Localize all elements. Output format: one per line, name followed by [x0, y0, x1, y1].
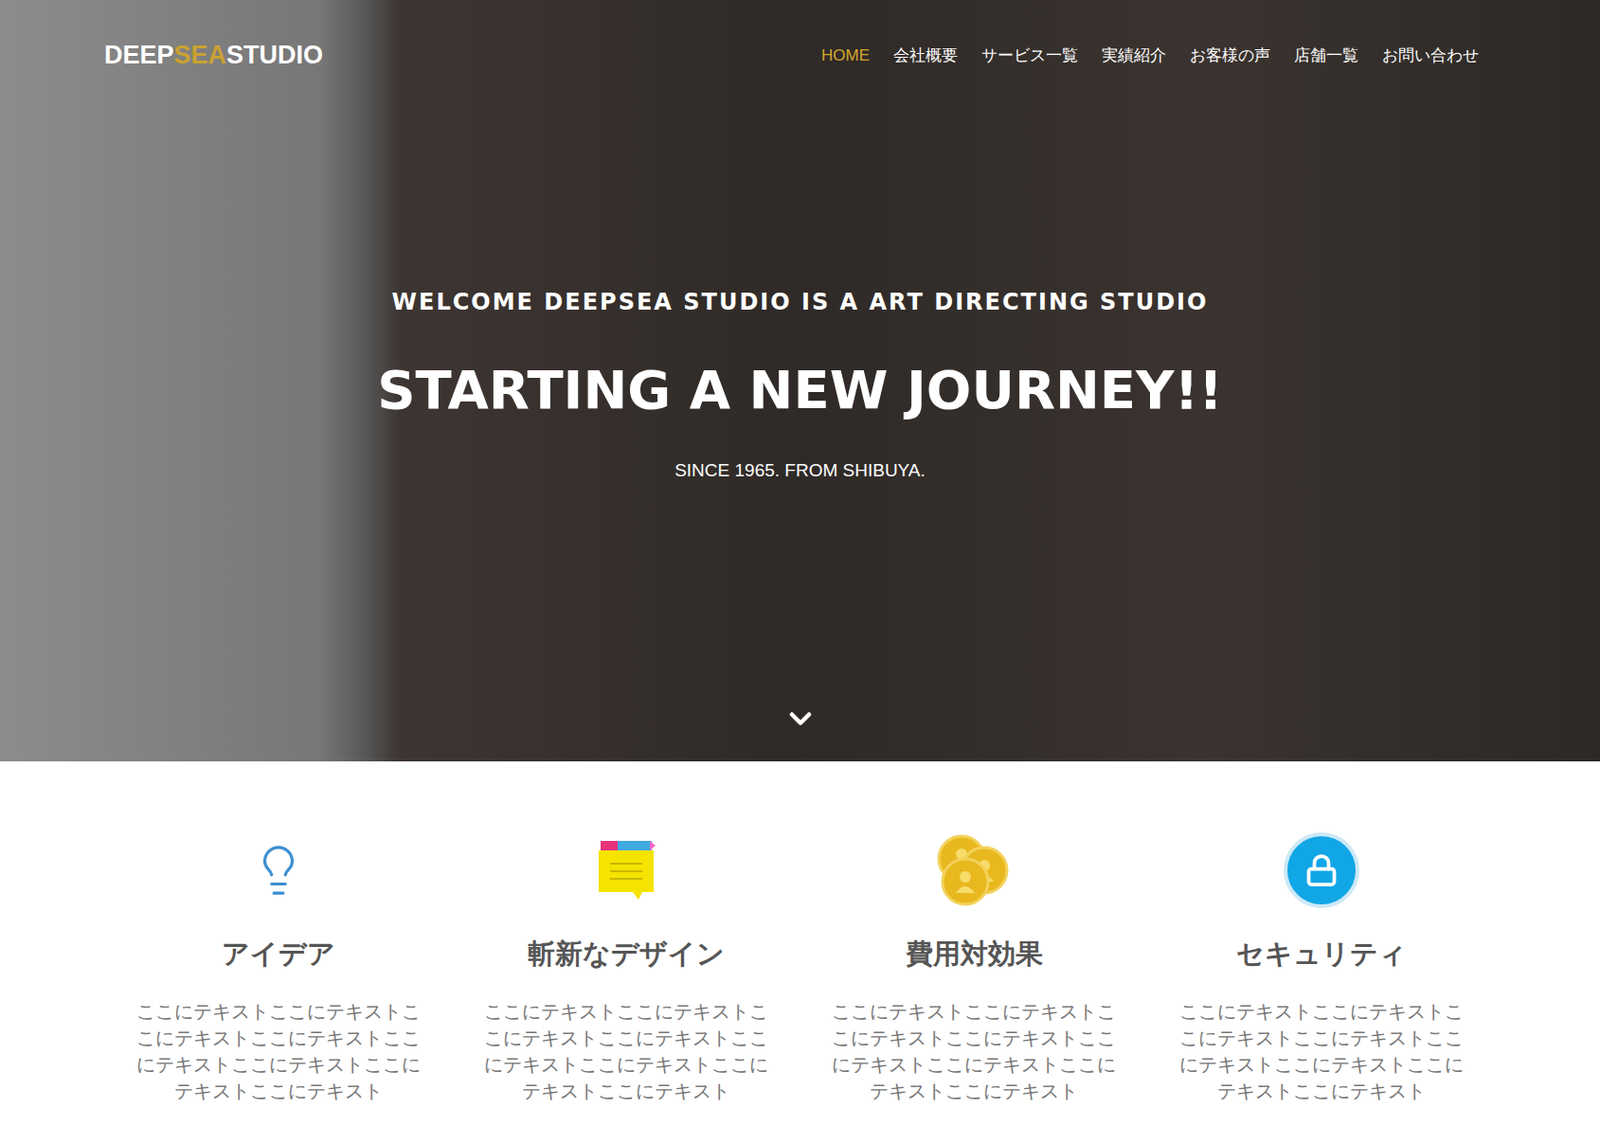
feature-card: アイデアここにテキストここにテキストここにテキストここにテキストここにテキストこ… — [104, 831, 452, 1105]
scroll-down-icon[interactable] — [783, 701, 818, 737]
feature-card: 費用対効果ここにテキストここにテキストここにテキストここにテキストここにテキスト… — [800, 831, 1149, 1105]
nav-item[interactable]: HOME — [821, 43, 870, 69]
feature-title: セキュリティ — [1236, 934, 1407, 976]
hero-welcome: WELCOME DEEPSEA STUDIO IS A ART DIRECTIN… — [392, 285, 1209, 320]
nav-item[interactable]: 店舗一覧 — [1294, 43, 1359, 69]
nav-item[interactable]: お問い合わせ — [1382, 43, 1479, 69]
hero-title: STARTING A NEW JOURNEY!! — [377, 357, 1223, 424]
feature-title: 斬新なデザイン — [527, 934, 725, 976]
header: DEEPSEASTUDIO HOME 会社概要サービス一覧実績紹介お客様の声店舗一覧… — [0, 0, 1600, 75]
features: アイデアここにテキストここにテキストここにテキストここにテキストここにテキストこ… — [0, 761, 1600, 1143]
logo-part: DEEP — [104, 35, 175, 75]
feature-text: ここにテキストここにテキストここにテキストここにテキストここにテキストここにテキ… — [823, 998, 1125, 1105]
feature-text: ここにテキストここにテキストここにテキストここにテキストここにテキストここにテキ… — [1170, 998, 1473, 1105]
lightbulb-icon — [251, 843, 306, 899]
hero: DEEPSEASTUDIO HOME 会社概要サービス一覧実績紹介お客様の声店舗一覧… — [0, 0, 1600, 762]
feature-text: ここにテキストここにテキストここにテキストここにテキストここにテキストここにテキ… — [475, 998, 777, 1105]
feature-card: セキュリティここにテキストここにテキストここにテキストここにテキストここにテキス… — [1148, 831, 1496, 1105]
logo[interactable]: DEEPSEASTUDIO — [104, 35, 324, 75]
nav-item[interactable]: サービス一覧 — [981, 43, 1079, 69]
hero-content: WELCOME DEEPSEA STUDIO IS A ART DIRECTIN… — [0, 74, 1600, 738]
coins-icon — [936, 832, 1011, 909]
nav-item[interactable]: 実績紹介 — [1101, 43, 1167, 69]
hero-subtitle: SINCE 1965. FROM SHIBUYA. — [674, 457, 926, 486]
logo-part: SEA — [174, 35, 228, 75]
nav-item[interactable]: お客様の声 — [1189, 43, 1271, 69]
note-icon — [596, 839, 656, 902]
nav-item[interactable]: 会社概要 — [893, 43, 958, 69]
feature-title: 費用対効果 — [905, 934, 1043, 976]
feature-card: 斬新なデザインここにテキストここにテキストここにテキストここにテキストここにテキ… — [451, 831, 800, 1105]
feature-text: ここにテキストここにテキストここにテキストここにテキストここにテキストここにテキ… — [127, 998, 430, 1105]
nav: HOME 会社概要サービス一覧実績紹介お客様の声店舗一覧お問い合わせ — [821, 43, 1479, 69]
page: DEEPSEASTUDIO HOME 会社概要サービス一覧実績紹介お客様の声店舗一覧… — [0, 0, 1600, 1143]
logo-part: STUDIO — [226, 35, 324, 75]
lock-icon — [1283, 832, 1360, 909]
feature-title: アイデア — [221, 934, 336, 976]
